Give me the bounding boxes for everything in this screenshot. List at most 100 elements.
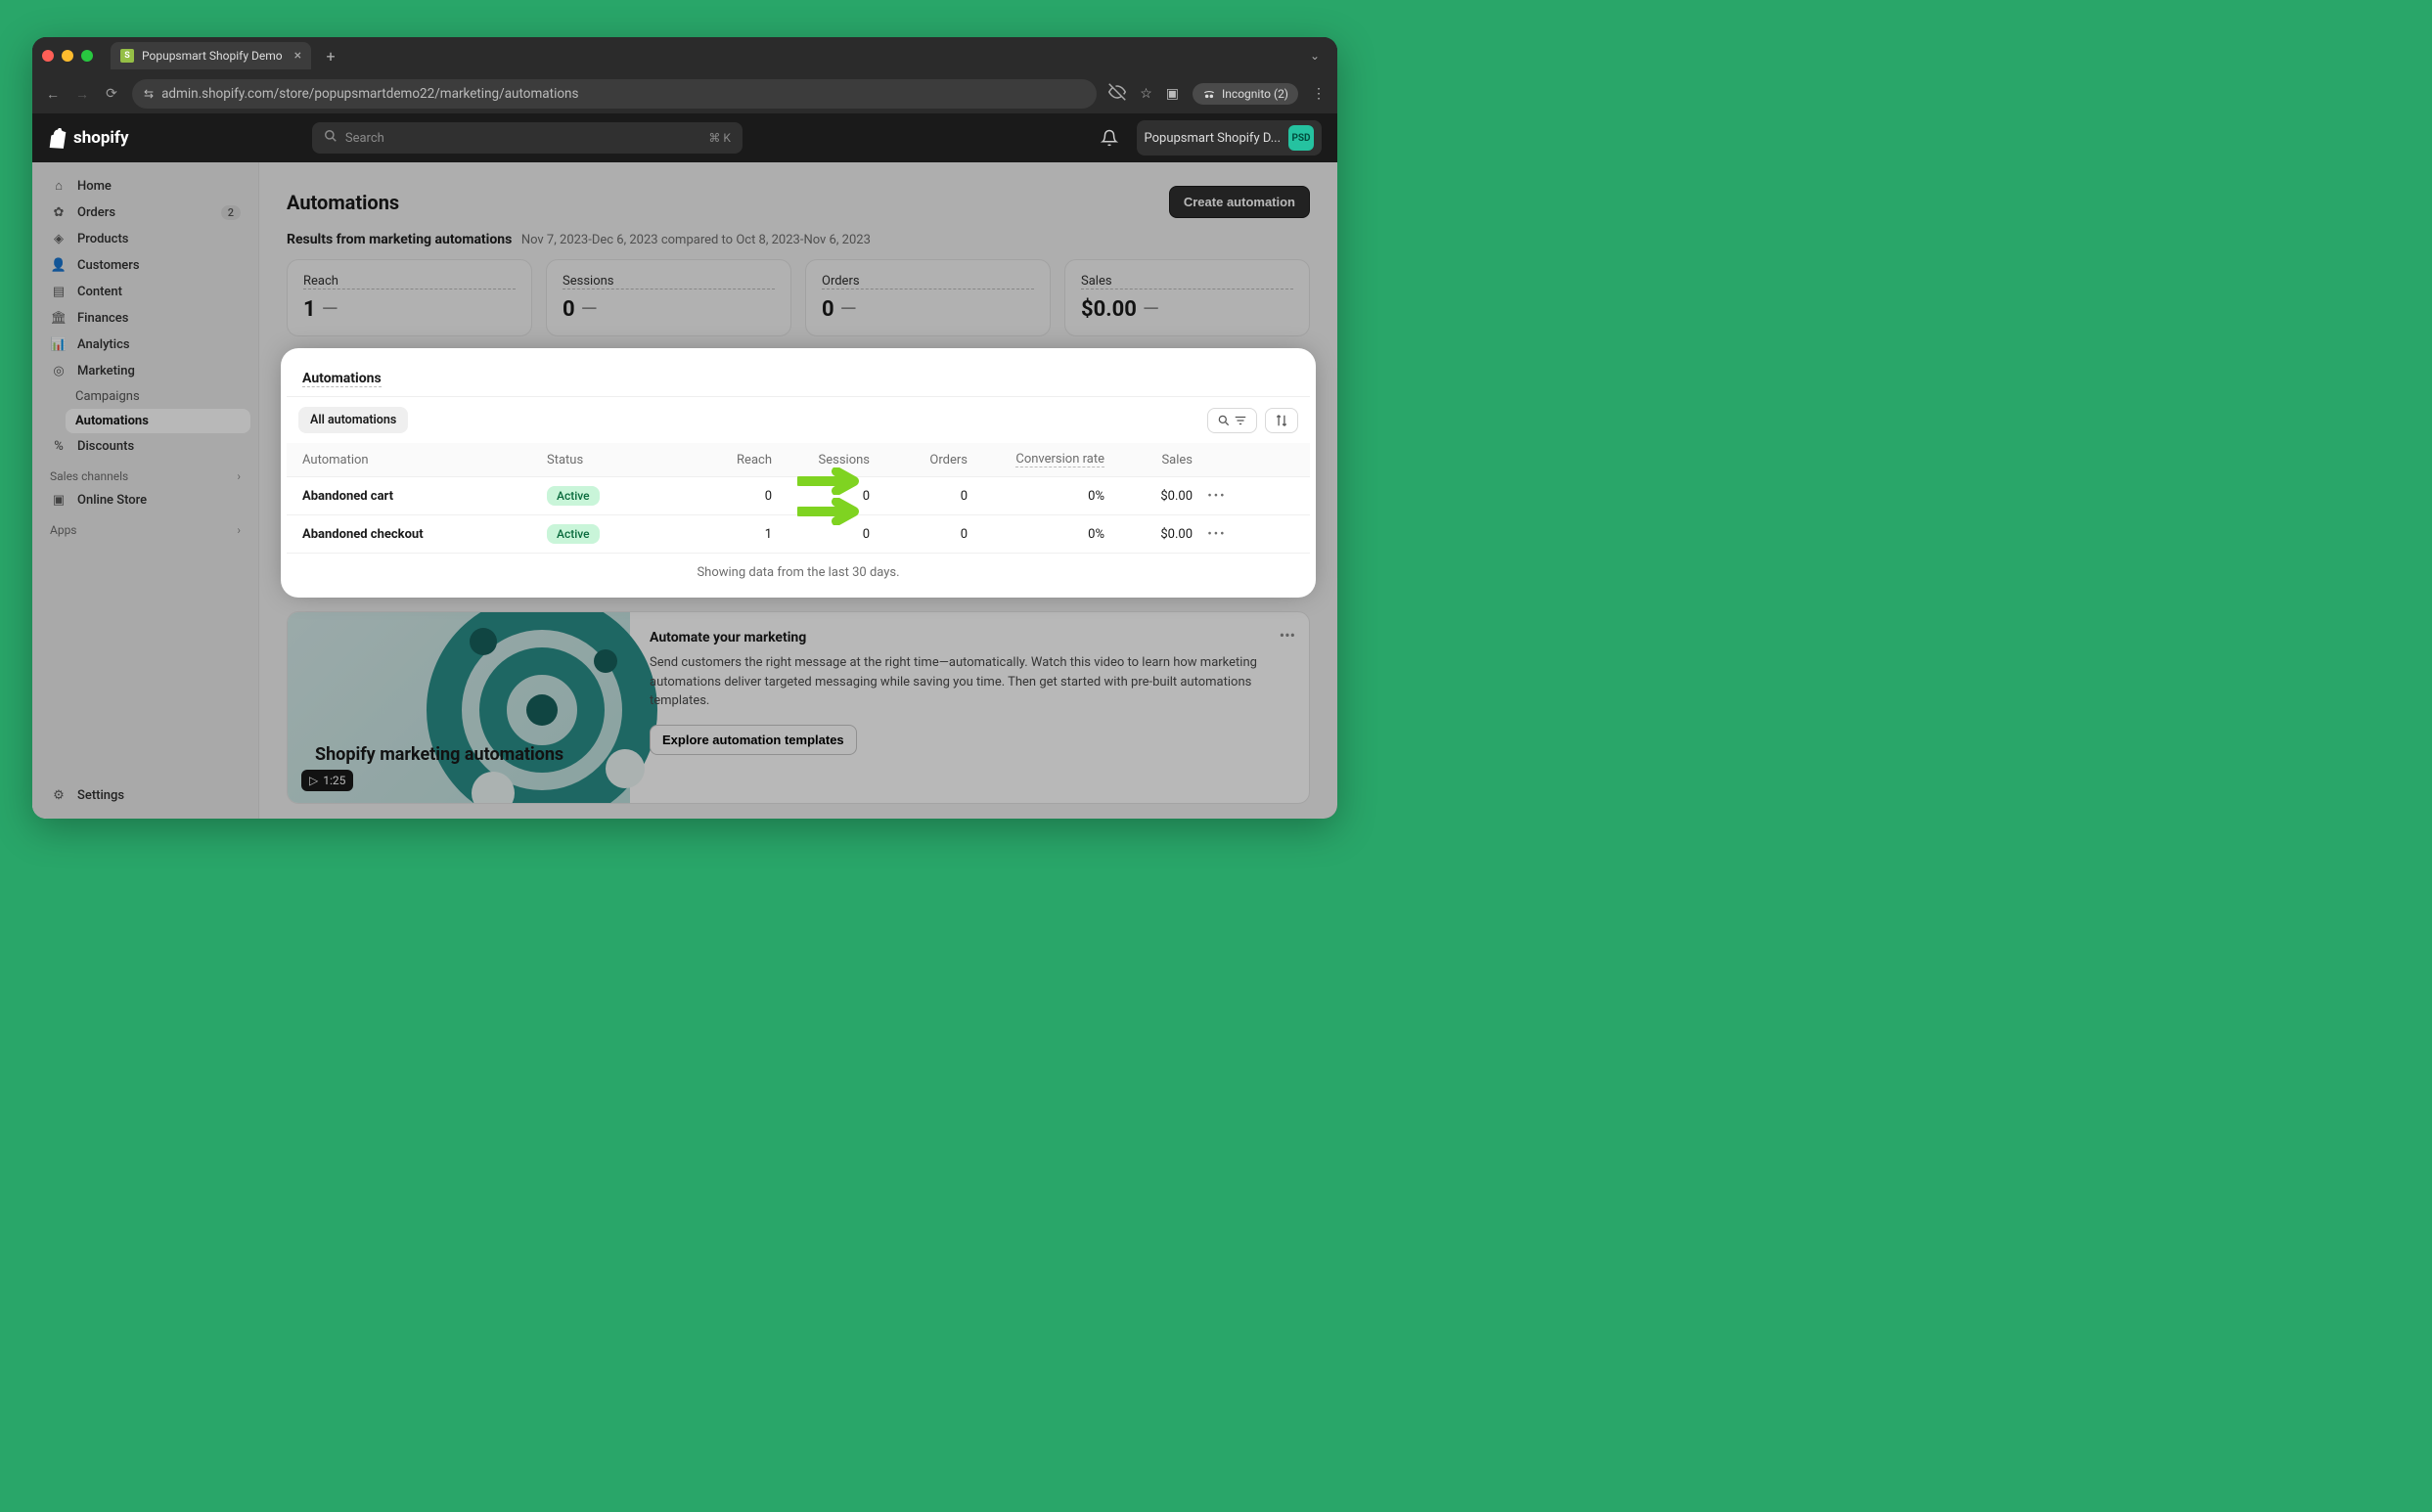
metric-reach[interactable]: Reach 1—: [287, 259, 532, 336]
explore-templates-button[interactable]: Explore automation templates: [650, 725, 857, 755]
shopify-header: shopify Search ⌘ K Popupsmart Shopify D.…: [32, 113, 1337, 162]
new-tab-button[interactable]: +: [319, 44, 342, 67]
incognito-badge[interactable]: Incognito (2): [1193, 83, 1298, 105]
sidebar-item-label: Home: [77, 179, 112, 194]
sidebar-item-content[interactable]: ▤ Content: [40, 279, 250, 305]
row-sales: $0.00: [1104, 527, 1193, 542]
row-orders: 0: [870, 489, 968, 504]
automations-toolbar: All automations: [287, 397, 1310, 443]
trend-dash-icon: —: [322, 297, 338, 322]
close-tab-icon[interactable]: ×: [294, 48, 301, 64]
sidebar-item-label: Settings: [77, 788, 124, 803]
tag-icon: ◈: [50, 232, 68, 246]
shopify-bag-icon: [48, 127, 68, 149]
metric-label: Sessions: [563, 274, 775, 289]
metric-value: $0.00: [1081, 297, 1137, 322]
sidebar-item-orders[interactable]: ✿Orders2: [40, 200, 250, 226]
sidebar-item-finances[interactable]: 🏛Finances: [40, 305, 250, 332]
promo-video-thumbnail[interactable]: Shopify marketing automations ▷ 1:25: [288, 612, 630, 803]
promo-description: Send customers the right message at the …: [650, 653, 1289, 711]
close-window-icon[interactable]: [42, 50, 54, 62]
eye-off-icon[interactable]: [1108, 83, 1126, 105]
address-bar[interactable]: ⇆ admin.shopify.com/store/popupsmartdemo…: [132, 79, 1097, 109]
sidebar-item-customers[interactable]: 👤 Customers: [40, 252, 250, 279]
back-icon[interactable]: ←: [44, 86, 62, 103]
sidebar-item-label: Content: [77, 285, 122, 299]
sidebar-item-marketing[interactable]: ◎Marketing: [40, 358, 250, 384]
image-icon: ▤: [50, 285, 68, 299]
marketing-submenu: Campaigns Automations: [40, 384, 250, 433]
row-sales: $0.00: [1104, 489, 1193, 504]
sidebar-item-online-store[interactable]: ▣Online Store: [40, 487, 250, 513]
sidebar-item-campaigns[interactable]: Campaigns: [66, 384, 250, 409]
browser-tab[interactable]: S Popupsmart Shopify Demo ×: [111, 42, 311, 69]
site-info-icon[interactable]: ⇆: [144, 87, 154, 101]
search-input[interactable]: Search ⌘ K: [312, 122, 743, 154]
bookmark-star-icon[interactable]: ☆: [1140, 86, 1152, 102]
metric-label: Orders: [822, 274, 1034, 289]
person-icon: 👤: [50, 258, 68, 273]
url-actions: ☆ ▣ Incognito (2) ⋮: [1108, 83, 1326, 105]
reload-icon[interactable]: ⟳: [103, 86, 120, 102]
sidebar-item-label: Campaigns: [75, 389, 140, 404]
sidebar-item-products[interactable]: ◈Products: [40, 226, 250, 252]
sidebar-item-home[interactable]: ⌂ Home: [40, 172, 250, 200]
video-duration: 1:25: [323, 774, 345, 787]
search-filter-button[interactable]: [1207, 408, 1257, 433]
forward-icon[interactable]: →: [73, 86, 91, 103]
sort-button[interactable]: [1265, 408, 1298, 433]
col-sales: Sales: [1104, 453, 1193, 467]
sidebar-item-discounts[interactable]: %Discounts: [40, 433, 250, 460]
sidebar-item-label: Online Store: [77, 493, 147, 508]
browser-menu-icon[interactable]: ⋮: [1312, 86, 1326, 102]
store-name: Popupsmart Shopify D...: [1145, 131, 1282, 146]
trend-dash-icon: —: [840, 297, 857, 322]
date-range: Nov 7, 2023-Dec 6, 2023 compared to Oct …: [521, 233, 871, 247]
create-automation-button[interactable]: Create automation: [1169, 186, 1310, 218]
home-icon: ⌂: [50, 178, 68, 194]
sidebar-item-label: Customers: [77, 258, 140, 273]
row-more-button[interactable]: •••: [1193, 527, 1241, 542]
metric-label: Reach: [303, 274, 516, 289]
promo-more-button[interactable]: •••: [1280, 626, 1295, 645]
maximize-window-icon[interactable]: [81, 50, 93, 62]
metric-orders[interactable]: Orders 0—: [805, 259, 1051, 336]
col-status: Status: [547, 453, 674, 467]
metric-value: 0: [563, 297, 575, 322]
store-switcher[interactable]: Popupsmart Shopify D... PSD: [1137, 120, 1323, 156]
shopify-logo[interactable]: shopify: [48, 127, 129, 149]
table-footer: Showing data from the last 30 days.: [287, 554, 1310, 592]
sidebar-item-label: Marketing: [77, 364, 135, 378]
status-badge: Active: [547, 524, 600, 544]
search-shortcut: ⌘ K: [708, 131, 731, 145]
search-placeholder: Search: [345, 131, 384, 146]
metric-sales[interactable]: Sales $0.00—: [1064, 259, 1310, 336]
orders-icon: ✿: [50, 205, 68, 220]
bank-icon: 🏛: [50, 311, 68, 326]
sidebar-item-analytics[interactable]: 📊 Analytics: [40, 332, 250, 358]
sidebar-item-automations[interactable]: Automations: [66, 409, 250, 433]
notifications-button[interactable]: [1094, 122, 1125, 154]
sidebar-item-settings[interactable]: ⚙Settings: [40, 782, 250, 809]
browser-window: S Popupsmart Shopify Demo × + ⌄ ← → ⟳ ⇆ …: [32, 37, 1337, 819]
chevron-right-icon: ›: [237, 469, 241, 483]
filter-all-automations[interactable]: All automations: [298, 407, 408, 433]
sidebar-item-label: Analytics: [77, 337, 130, 352]
sidebar-item-label: Orders: [77, 205, 115, 220]
automations-card-title: Automations: [302, 371, 382, 387]
row-more-button[interactable]: •••: [1193, 489, 1241, 504]
results-label: Results from marketing automations: [287, 232, 512, 247]
heading-text: Apps: [50, 523, 77, 537]
apps-heading[interactable]: Apps ›: [40, 513, 250, 541]
app-body: ⌂Home ✿Orders2 ◈Products 👤Customers ▤Con…: [32, 162, 1337, 819]
sales-channels-heading[interactable]: Sales channels ›: [40, 460, 250, 487]
panel-icon[interactable]: ▣: [1166, 86, 1179, 102]
minimize-window-icon[interactable]: [62, 50, 73, 62]
metrics-row: Reach 1— Sessions 0— Orders 0— Sales $0.…: [287, 259, 1310, 336]
chart-icon: 📊: [50, 337, 68, 352]
header-right: Popupsmart Shopify D... PSD: [1094, 120, 1323, 156]
tabs-chevron-icon[interactable]: ⌄: [1302, 45, 1328, 67]
promo-heading: Automate your marketing: [650, 630, 1289, 645]
metric-sessions[interactable]: Sessions 0—: [546, 259, 791, 336]
results-summary: Results from marketing automations Nov 7…: [287, 232, 1310, 247]
